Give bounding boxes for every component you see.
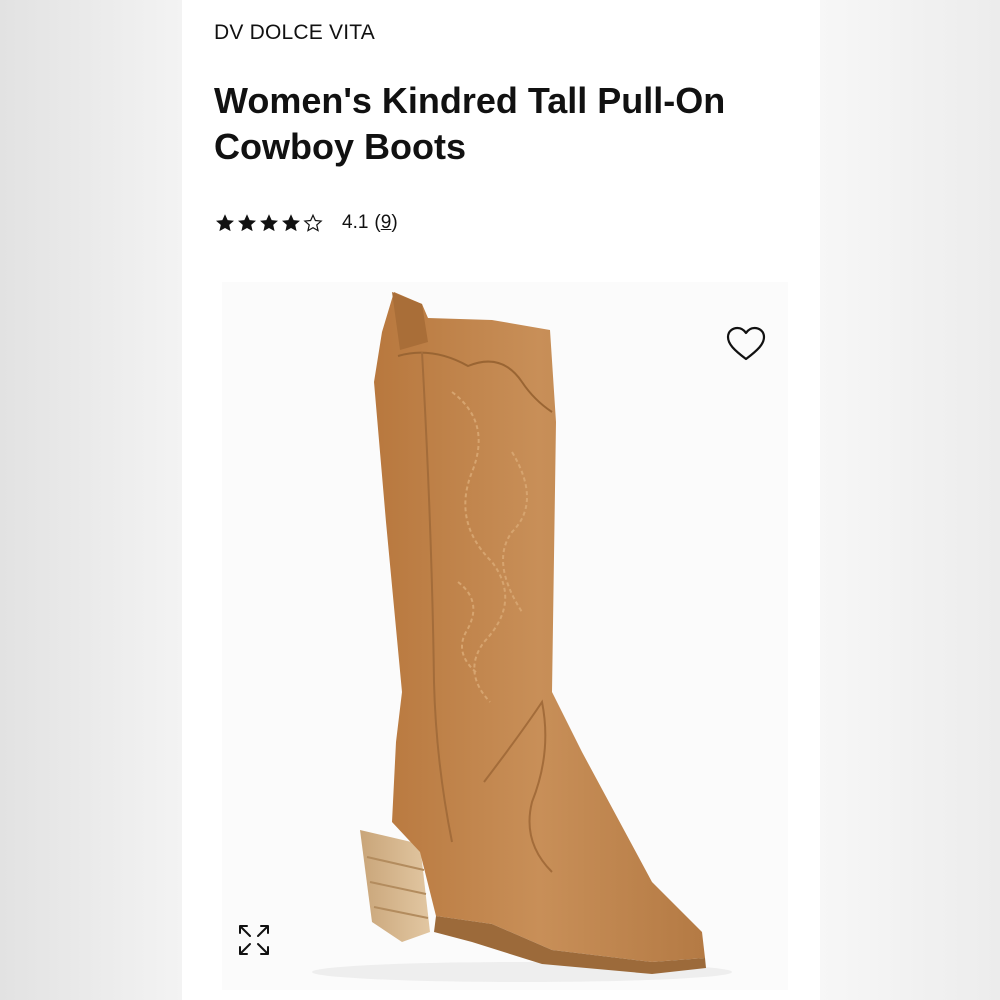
brand-name[interactable]: DV DOLCE VITA [214, 21, 375, 45]
zoom-image-button[interactable] [234, 920, 274, 960]
star-filled-icon [216, 214, 234, 232]
rating-value: 4.1 [342, 212, 369, 233]
expand-arrows-icon [239, 925, 269, 955]
product-card: DV DOLCE VITA Women's Kindred Tall Pull-… [182, 0, 820, 1000]
review-count[interactable]: (9) [374, 212, 397, 234]
wishlist-button[interactable] [724, 322, 768, 366]
product-title: Women's Kindred Tall Pull-On Cowboy Boot… [214, 80, 726, 167]
star-rating [214, 212, 324, 234]
heart-outline-icon [726, 326, 766, 361]
star-outline-icon [303, 213, 323, 232]
background-left [0, 0, 182, 1000]
boot-image [312, 292, 732, 982]
star-filled-icon [260, 214, 278, 232]
rating-row[interactable]: 4.1 (9) [214, 208, 398, 238]
star-filled-icon [238, 214, 256, 232]
review-count-link[interactable]: 9 [381, 212, 392, 233]
product-image[interactable] [222, 282, 788, 990]
background-right [820, 0, 1000, 1000]
review-count-close: ) [391, 212, 398, 233]
star-filled-icon [282, 214, 300, 232]
